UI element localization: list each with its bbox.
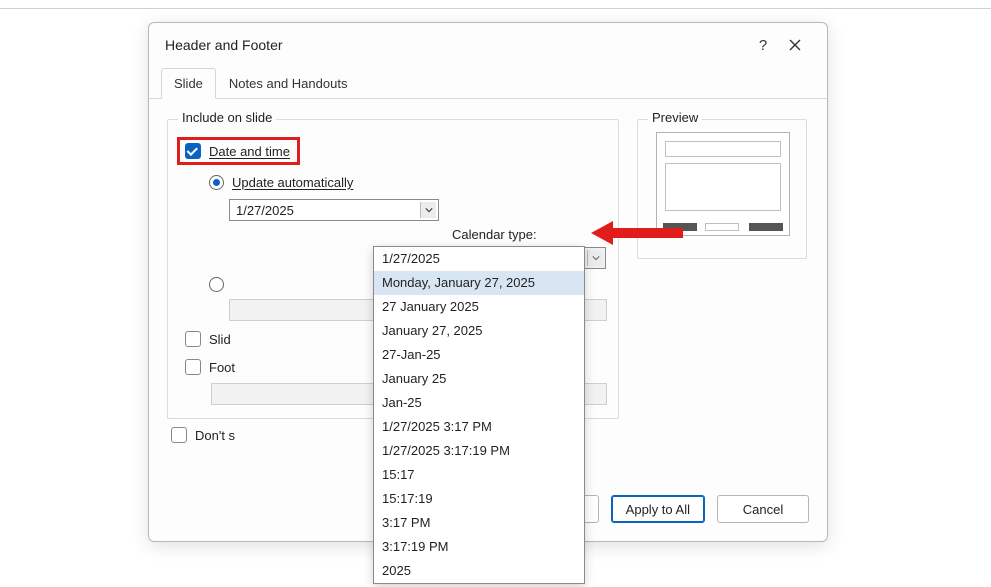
update-auto-row[interactable]: Update automatically <box>209 175 353 190</box>
chevron-down-icon[interactable] <box>587 250 603 266</box>
preview-label: Preview <box>648 110 702 125</box>
tab-notes-handouts[interactable]: Notes and Handouts <box>216 68 361 99</box>
dont-show-title-label: Don't s <box>195 428 235 443</box>
help-icon[interactable]: ? <box>747 29 779 61</box>
date-format-option[interactable]: 2025 <box>374 559 584 583</box>
fixed-radio[interactable] <box>209 277 224 292</box>
slide-number-checkbox[interactable] <box>185 331 201 347</box>
update-auto-label: Update automatically <box>232 175 353 190</box>
slide-number-row[interactable]: Slid <box>185 331 231 347</box>
titlebar: Header and Footer ? <box>149 23 827 67</box>
date-format-dropdown[interactable]: 1/27/2025 Monday, January 27, 2025 27 Ja… <box>373 246 585 584</box>
date-time-checkbox[interactable] <box>185 143 201 159</box>
tab-slide[interactable]: Slide <box>161 68 216 99</box>
date-format-option[interactable]: Jan-25 <box>374 391 584 415</box>
apply-to-all-button[interactable]: Apply to All <box>611 495 705 523</box>
date-format-option[interactable]: Monday, January 27, 2025 <box>374 271 584 295</box>
slide-number-label: Slid <box>209 332 231 347</box>
dialog-title: Header and Footer <box>165 37 283 53</box>
date-format-option[interactable]: January 27, 2025 <box>374 319 584 343</box>
include-on-slide-label: Include on slide <box>178 110 276 125</box>
date-format-option[interactable]: 3:17:19 PM <box>374 535 584 559</box>
chevron-down-icon[interactable] <box>420 202 436 218</box>
dont-show-title-row[interactable]: Don't s <box>171 427 235 443</box>
date-format-option[interactable]: 27 January 2025 <box>374 295 584 319</box>
update-auto-radio[interactable] <box>209 175 224 190</box>
annotation-arrow-icon <box>591 218 683 248</box>
footer-checkbox[interactable] <box>185 359 201 375</box>
fixed-row[interactable] <box>209 277 224 292</box>
footer-row[interactable]: Foot <box>185 359 235 375</box>
date-format-option[interactable]: 1/27/2025 3:17 PM <box>374 415 584 439</box>
date-format-option[interactable]: 1/27/2025 <box>374 247 584 271</box>
close-icon[interactable] <box>779 29 811 61</box>
date-format-option[interactable]: 15:17:19 <box>374 487 584 511</box>
date-format-option[interactable]: January 25 <box>374 367 584 391</box>
date-format-combo[interactable]: 1/27/2025 <box>229 199 439 221</box>
date-format-option[interactable]: 1/27/2025 3:17:19 PM <box>374 439 584 463</box>
header-footer-dialog: Header and Footer ? Slide Notes and Hand… <box>148 22 828 542</box>
calendar-type-label: Calendar type: <box>452 227 537 242</box>
date-format-option[interactable]: 3:17 PM <box>374 511 584 535</box>
date-format-selected: 1/27/2025 <box>236 203 294 218</box>
cancel-button[interactable]: Cancel <box>717 495 809 523</box>
page-divider <box>0 8 991 9</box>
dialog-body: Include on slide Date and time Update au… <box>149 99 827 131</box>
date-time-row[interactable]: Date and time <box>185 143 290 159</box>
tab-strip: Slide Notes and Handouts <box>149 67 827 99</box>
date-format-option[interactable]: 15:17 <box>374 463 584 487</box>
dont-show-title-checkbox[interactable] <box>171 427 187 443</box>
date-format-option[interactable]: 27-Jan-25 <box>374 343 584 367</box>
footer-label: Foot <box>209 360 235 375</box>
date-time-label: Date and time <box>209 144 290 159</box>
